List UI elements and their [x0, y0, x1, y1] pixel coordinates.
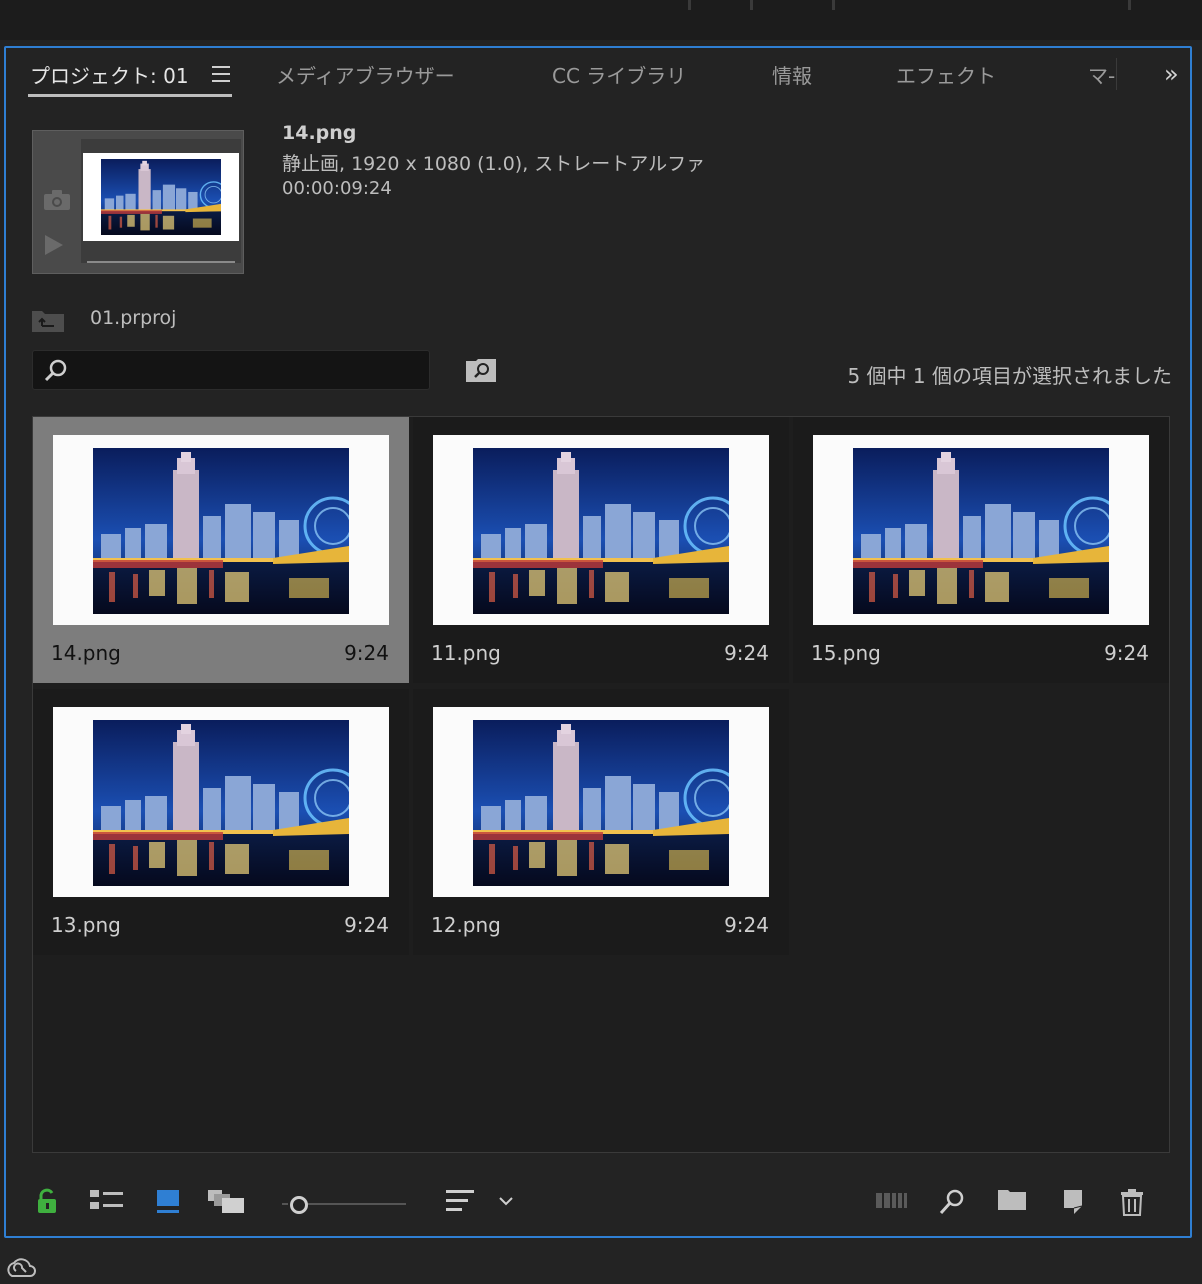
preview-frame	[83, 153, 239, 241]
sort-icon[interactable]	[446, 1188, 476, 1214]
item-image	[853, 448, 1109, 614]
item-duration: 9:24	[344, 641, 389, 665]
search-icon	[44, 359, 67, 382]
item-thumbnail	[53, 707, 389, 897]
folder-up-icon[interactable]	[32, 308, 64, 332]
preview-screen	[81, 139, 241, 263]
active-tab-underline	[28, 94, 232, 97]
item-duration: 9:24	[724, 641, 769, 665]
project-item[interactable]: 12.png 9:24	[413, 689, 789, 955]
chevron-down-icon[interactable]	[498, 1196, 514, 1208]
item-thumbnail	[433, 435, 769, 625]
tab-cc-libraries[interactable]: CC ライブラリ	[552, 60, 686, 89]
item-thumbnail	[813, 435, 1149, 625]
bottom-toolbar	[6, 1174, 1190, 1234]
item-name: 15.png	[811, 641, 881, 665]
tab-project[interactable]: プロジェクト: 01	[30, 60, 189, 89]
timeline-tick	[688, 0, 691, 10]
tab-media-browser[interactable]: メディアブラウザー	[276, 60, 455, 89]
item-thumbnail	[53, 435, 389, 625]
tab-info[interactable]: 情報	[772, 60, 812, 89]
clip-metadata: 静止画, 1920 x 1080 (1.0), ストレートアルファ	[282, 153, 706, 175]
item-duration: 9:24	[1104, 641, 1149, 665]
panel-menu-icon[interactable]	[212, 66, 230, 82]
play-icon[interactable]	[45, 235, 63, 255]
item-name: 12.png	[431, 913, 501, 937]
clip-duration: 00:00:09:24	[282, 178, 392, 199]
find-icon[interactable]	[938, 1188, 966, 1216]
icon-view-icon[interactable]	[156, 1188, 180, 1214]
zoom-slider[interactable]	[282, 1196, 408, 1214]
selection-status: 5 個中 1 個の項目が選択されました	[847, 364, 1172, 388]
timeline-tick	[832, 0, 835, 10]
clip-name: 14.png	[282, 122, 357, 144]
project-file-name[interactable]: 01.prproj	[90, 307, 176, 329]
trash-icon[interactable]	[1120, 1188, 1144, 1216]
top-strip	[0, 0, 1202, 40]
search-box[interactable]	[32, 350, 430, 390]
creative-cloud-icon[interactable]	[4, 1254, 38, 1280]
project-item[interactable]: 11.png 9:24	[413, 417, 789, 683]
timeline-tick	[1128, 0, 1131, 10]
item-image	[473, 448, 729, 614]
item-name: 13.png	[51, 913, 121, 937]
item-name: 14.png	[51, 641, 121, 665]
automate-to-sequence-icon[interactable]	[876, 1188, 908, 1212]
overflow-chevron-icon[interactable]: »	[1164, 60, 1178, 88]
lock-icon[interactable]	[36, 1188, 58, 1214]
item-name: 11.png	[431, 641, 501, 665]
project-items-grid: 14.png 9:24 11.png 9:24 15.png 9:24 13.p…	[32, 416, 1170, 1153]
preview-image	[101, 159, 221, 235]
panel-tab-bar: プロジェクト: 01 メディアブラウザー CC ライブラリ 情報 エフェクト マ…	[6, 48, 1190, 104]
project-item[interactable]: 13.png 9:24	[33, 689, 409, 955]
tab-effects[interactable]: エフェクト	[896, 60, 996, 89]
timeline-tick	[750, 0, 753, 10]
project-panel: プロジェクト: 01 メディアブラウザー CC ライブラリ 情報 エフェクト マ…	[4, 46, 1192, 1238]
project-item[interactable]: 14.png 9:24	[33, 417, 409, 683]
search-input[interactable]	[77, 357, 421, 385]
freeform-view-icon[interactable]	[208, 1188, 246, 1214]
item-duration: 9:24	[724, 913, 769, 937]
item-image	[93, 448, 349, 614]
status-bar	[0, 1244, 1202, 1284]
tab-divider	[1116, 58, 1117, 90]
project-item[interactable]: 15.png 9:24	[793, 417, 1169, 683]
item-image	[473, 720, 729, 886]
tab-markers[interactable]: マ-	[1088, 60, 1115, 89]
preview-thumbnail[interactable]	[32, 130, 244, 274]
camera-icon[interactable]	[43, 189, 71, 211]
preview-scrub-bar[interactable]	[87, 261, 235, 263]
list-view-icon[interactable]	[90, 1188, 124, 1212]
find-bin-icon[interactable]	[466, 358, 496, 382]
item-image	[93, 720, 349, 886]
item-duration: 9:24	[344, 913, 389, 937]
new-bin-icon[interactable]	[998, 1188, 1026, 1212]
item-thumbnail	[433, 707, 769, 897]
new-item-icon[interactable]	[1060, 1188, 1084, 1214]
